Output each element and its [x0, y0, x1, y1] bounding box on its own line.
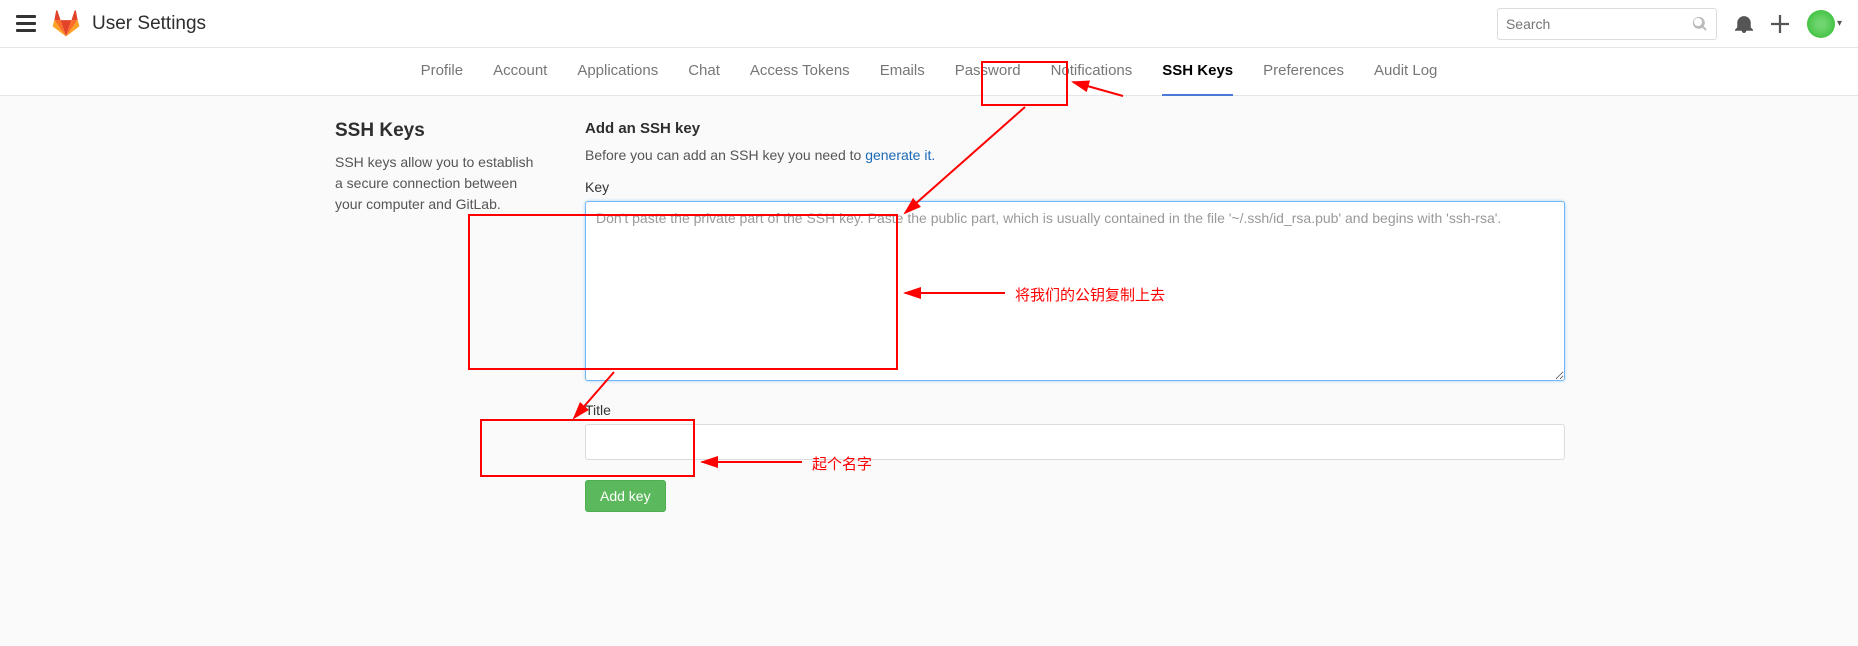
tab-notifications[interactable]: Notifications	[1051, 48, 1133, 96]
search-icon	[1692, 16, 1708, 32]
chevron-down-icon[interactable]: ▾	[1837, 18, 1842, 29]
side-column: SSH Keys SSH keys allow you to establish…	[225, 120, 545, 512]
tab-password[interactable]: Password	[955, 48, 1021, 96]
title-input[interactable]	[585, 424, 1565, 460]
tab-audit-log[interactable]: Audit Log	[1374, 48, 1437, 96]
tab-emails[interactable]: Emails	[880, 48, 925, 96]
tab-ssh-keys[interactable]: SSH Keys	[1162, 48, 1233, 96]
tab-account[interactable]: Account	[493, 48, 547, 96]
form-intro: Before you can add an SSH key you need t…	[585, 147, 1565, 163]
side-description: SSH keys allow you to establish a secure…	[335, 152, 545, 215]
hamburger-icon[interactable]	[16, 14, 36, 34]
key-textarea[interactable]	[585, 201, 1565, 381]
nav-tabs: Profile Account Applications Chat Access…	[0, 48, 1858, 96]
top-bar: User Settings ▾	[0, 0, 1858, 48]
tab-applications[interactable]: Applications	[577, 48, 658, 96]
form-heading: Add an SSH key	[585, 120, 1565, 137]
title-label: Title	[585, 402, 1565, 418]
tab-preferences[interactable]: Preferences	[1263, 48, 1344, 96]
avatar[interactable]	[1807, 10, 1835, 38]
search-box[interactable]	[1497, 8, 1717, 40]
plus-icon[interactable]	[1771, 15, 1789, 33]
search-input[interactable]	[1506, 16, 1692, 32]
page-title: User Settings	[92, 13, 206, 35]
tab-chat[interactable]: Chat	[688, 48, 720, 96]
generate-link[interactable]: generate it.	[865, 147, 935, 163]
gitlab-logo-icon[interactable]	[52, 10, 80, 38]
tab-access-tokens[interactable]: Access Tokens	[750, 48, 850, 96]
tab-profile[interactable]: Profile	[421, 48, 464, 96]
key-label: Key	[585, 179, 1565, 195]
side-heading: SSH Keys	[335, 120, 545, 142]
add-key-button[interactable]: Add key	[585, 480, 666, 512]
bell-icon[interactable]	[1735, 15, 1753, 33]
main-column: Add an SSH key Before you can add an SSH…	[585, 120, 1565, 512]
content-area: SSH Keys SSH keys allow you to establish…	[209, 96, 1649, 536]
